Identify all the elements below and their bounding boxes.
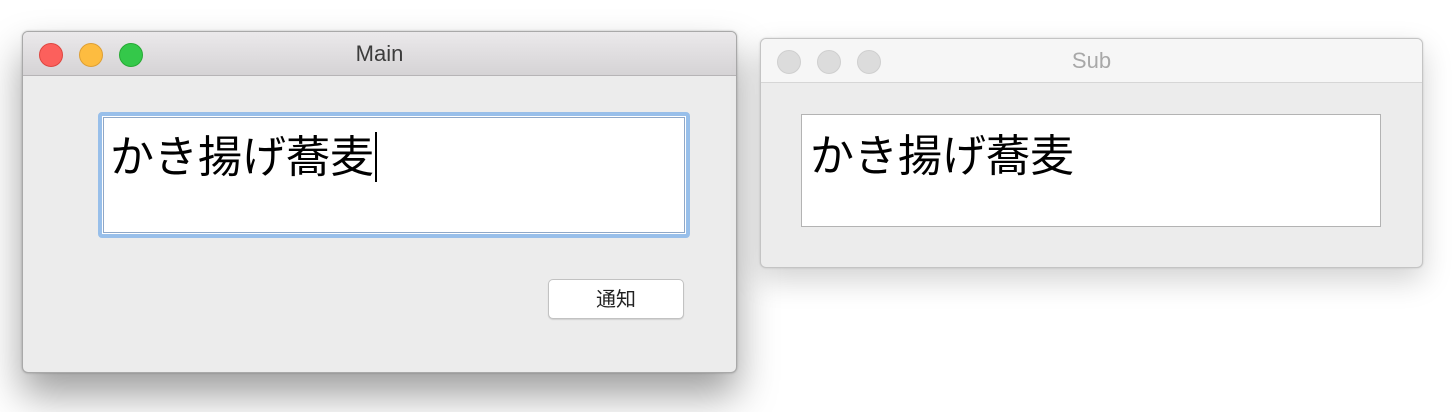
notify-button[interactable]: 通知: [548, 279, 684, 319]
window-title: Sub: [1071, 48, 1112, 73]
sub-window-titlebar[interactable]: Sub: [761, 39, 1422, 83]
text-field-value-text: かき揚げ蕎麦: [110, 132, 374, 183]
main-window: Main かき揚げ蕎麦 通知: [22, 31, 737, 373]
sub-text-field[interactable]: かき揚げ蕎麦: [801, 114, 1381, 227]
window-title: Main: [355, 41, 404, 66]
text-caret: [375, 132, 377, 182]
text-field-value: かき揚げ蕎麦: [810, 131, 1074, 182]
main-window-titlebar[interactable]: Main: [23, 32, 736, 76]
text-field-value: かき揚げ蕎麦: [110, 132, 377, 184]
main-text-field[interactable]: かき揚げ蕎麦: [98, 112, 690, 238]
sub-window: Sub かき揚げ蕎麦: [760, 38, 1423, 268]
